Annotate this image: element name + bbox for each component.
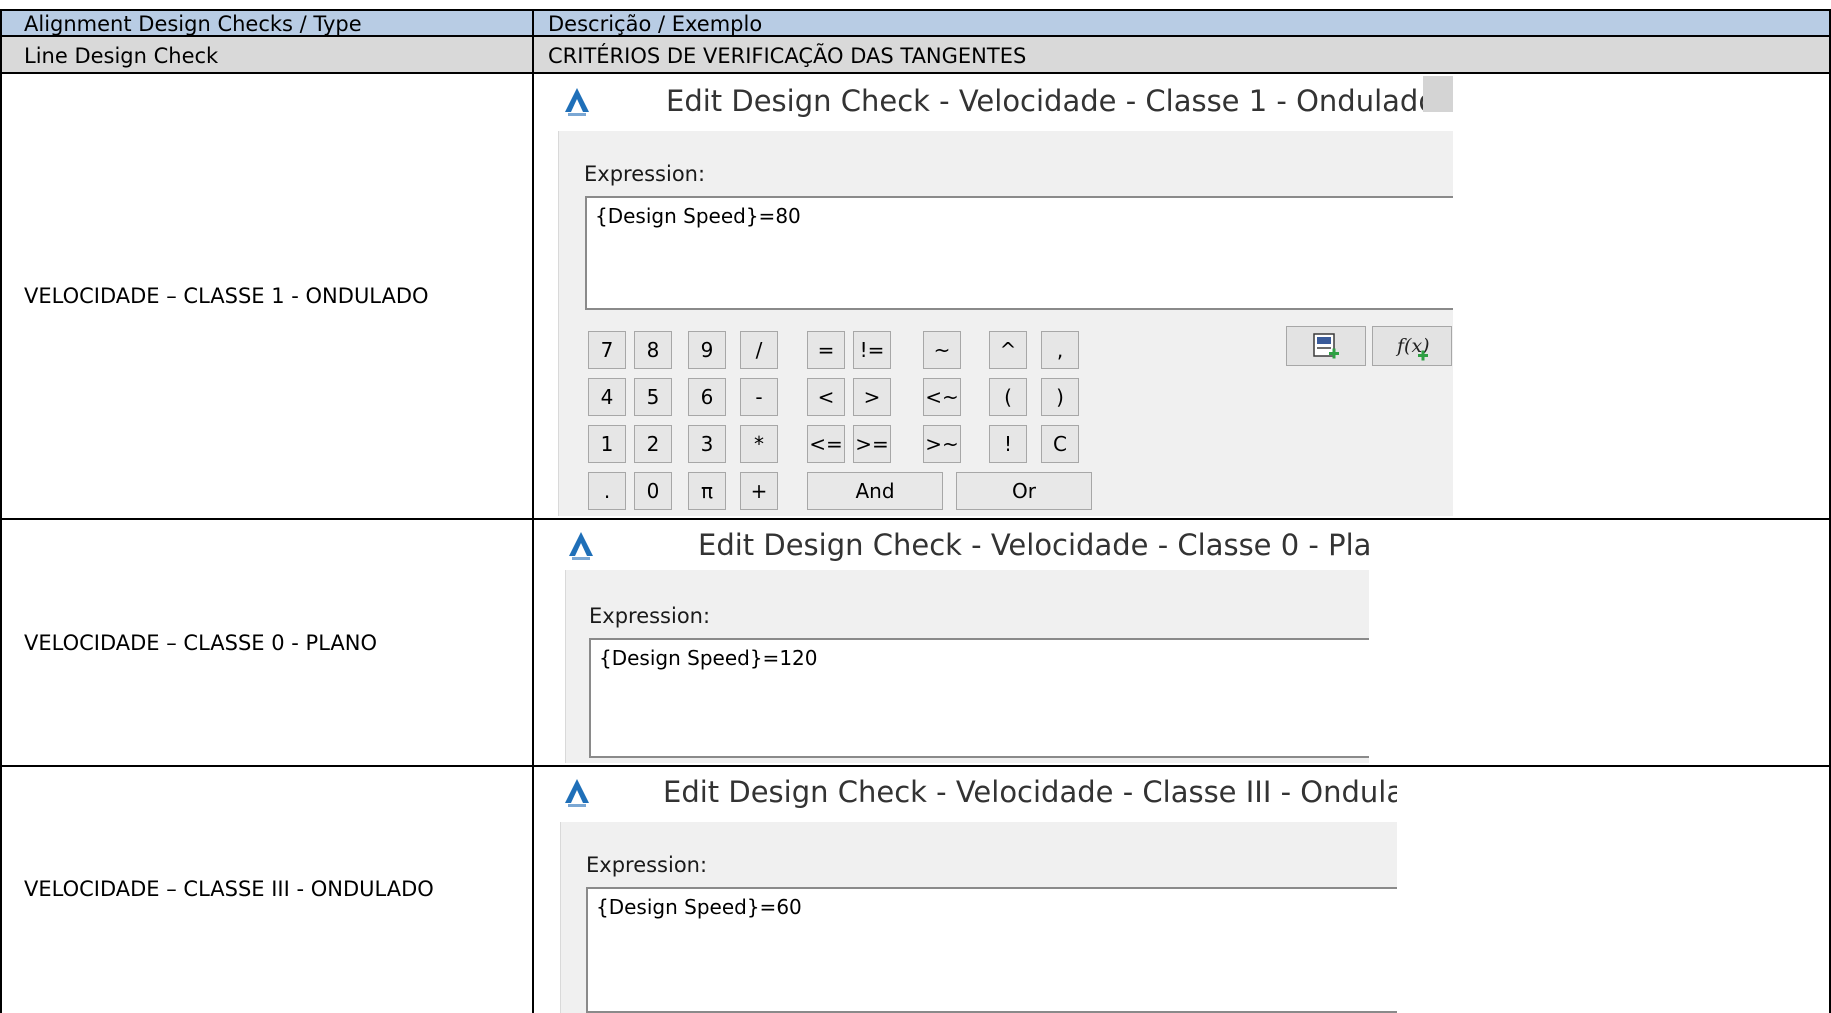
key-greater-approx[interactable]: >~	[923, 425, 961, 463]
expression-field[interactable]: {Design Speed}=80	[585, 196, 1453, 310]
key-and[interactable]: And	[807, 472, 943, 510]
table-column-divider	[532, 9, 534, 1013]
insert-property-icon	[1313, 333, 1339, 359]
expression-label: Expression:	[586, 853, 708, 877]
civil3d-app-icon	[565, 779, 589, 807]
table-border-left	[0, 9, 2, 1013]
key-less-equal[interactable]: <=	[807, 425, 845, 463]
key-not-equals[interactable]: !=	[853, 331, 891, 369]
insert-function-icon: f(x)	[1395, 335, 1430, 361]
expression-field[interactable]: {Design Speed}=120	[589, 638, 1369, 758]
key-plus[interactable]: +	[740, 472, 778, 510]
expression-label: Expression:	[589, 604, 711, 628]
key-multiply[interactable]: *	[740, 425, 778, 463]
key-5[interactable]: 5	[634, 378, 672, 416]
key-less-approx[interactable]: <~	[923, 378, 961, 416]
insert-property-button[interactable]	[1286, 326, 1366, 366]
key-9[interactable]: 9	[688, 331, 726, 369]
key-power[interactable]: ^	[989, 331, 1027, 369]
key-1[interactable]: 1	[588, 425, 626, 463]
dialog-title: Edit Design Check - Velocidade - Classe …	[663, 775, 1397, 809]
key-or[interactable]: Or	[956, 472, 1092, 510]
dialog-title: Edit Design Check - Velocidade - Classe …	[698, 528, 1369, 562]
key-greater-equal[interactable]: >=	[853, 425, 891, 463]
expression-field[interactable]: {Design Speed}=60	[586, 887, 1397, 1013]
key-pi[interactable]: π	[688, 472, 726, 510]
key-3[interactable]: 3	[688, 425, 726, 463]
edit-design-check-dialog: Edit Design Check - Velocidade - Classe …	[548, 76, 1453, 516]
table-subheader-row: Line Design Check CRITÉRIOS DE VERIFICAÇ…	[0, 37, 1831, 74]
subheader-col-type: Line Design Check	[24, 44, 219, 68]
expression-text: {Design Speed}=80	[595, 204, 801, 228]
subheader-col-description: CRITÉRIOS DE VERIFICAÇÃO DAS TANGENTES	[548, 44, 1027, 68]
key-8[interactable]: 8	[634, 331, 672, 369]
key-close-paren[interactable]: )	[1041, 378, 1079, 416]
key-greater-than[interactable]: >	[853, 378, 891, 416]
key-0[interactable]: 0	[634, 472, 672, 510]
civil3d-app-icon	[565, 88, 589, 116]
dialog-title: Edit Design Check - Velocidade - Classe …	[666, 84, 1437, 118]
key-approx[interactable]: ~	[923, 331, 961, 369]
key-7[interactable]: 7	[588, 331, 626, 369]
insert-function-button[interactable]: f(x)	[1372, 326, 1452, 366]
expression-text: {Design Speed}=60	[596, 895, 802, 919]
key-minus[interactable]: -	[740, 378, 778, 416]
edit-design-check-dialog: Edit Design Check - Velocidade - Classe …	[548, 767, 1397, 1013]
expression-text: {Design Speed}=120	[599, 646, 818, 670]
key-divide[interactable]: /	[740, 331, 778, 369]
design-check-table: Alignment Design Checks / Type Descrição…	[0, 0, 1831, 1013]
key-not[interactable]: !	[989, 425, 1027, 463]
row-label: VELOCIDADE – CLASSE III - ONDULADO	[24, 877, 434, 901]
key-clear[interactable]: C	[1041, 425, 1079, 463]
key-equals[interactable]: =	[807, 331, 845, 369]
edit-design-check-dialog: Edit Design Check - Velocidade - Classe …	[548, 520, 1369, 763]
key-comma[interactable]: ,	[1041, 331, 1079, 369]
key-2[interactable]: 2	[634, 425, 672, 463]
header-col-description: Descrição / Exemplo	[548, 12, 763, 36]
row-label: VELOCIDADE – CLASSE 1 - ONDULADO	[24, 284, 429, 308]
key-decimal[interactable]: .	[588, 472, 626, 510]
close-icon[interactable]	[1423, 76, 1453, 112]
key-6[interactable]: 6	[688, 378, 726, 416]
key-less-than[interactable]: <	[807, 378, 845, 416]
key-4[interactable]: 4	[588, 378, 626, 416]
expression-label: Expression:	[584, 162, 706, 186]
row-label: VELOCIDADE – CLASSE 0 - PLANO	[24, 631, 377, 655]
table-header-row: Alignment Design Checks / Type Descrição…	[0, 9, 1831, 37]
civil3d-app-icon	[569, 532, 593, 560]
header-col-type: Alignment Design Checks / Type	[24, 12, 362, 36]
key-open-paren[interactable]: (	[989, 378, 1027, 416]
